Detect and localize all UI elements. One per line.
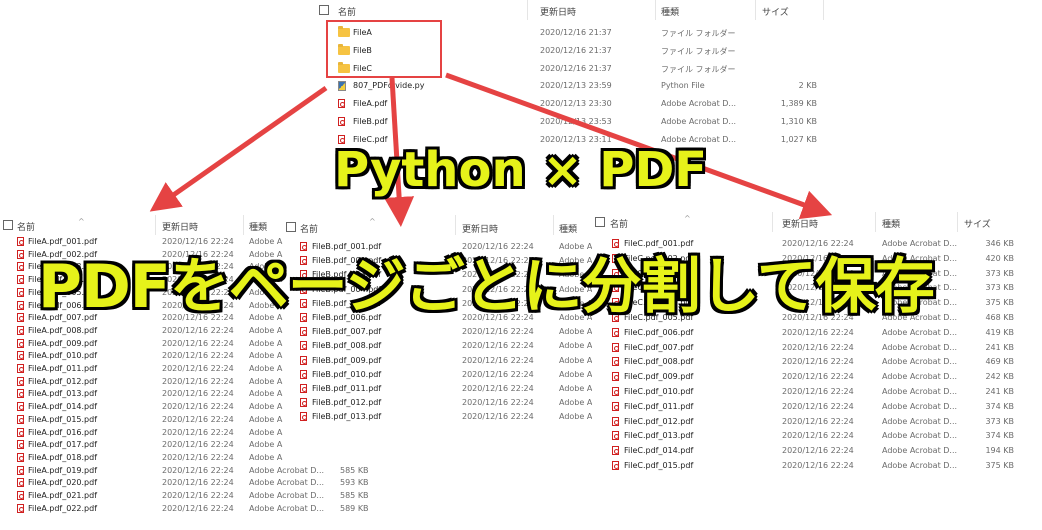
arrow-to-filea: [149, 85, 328, 212]
overlay-title-line1: Python × PDF: [334, 142, 708, 198]
overlay-title-line2: PDFをページごとに分割して保存: [38, 252, 935, 322]
